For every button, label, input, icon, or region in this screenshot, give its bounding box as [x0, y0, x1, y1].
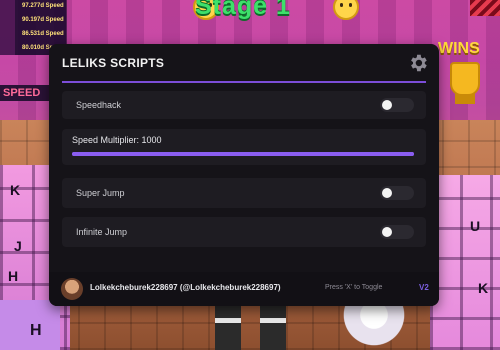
infinite-jump-toggle[interactable] [380, 225, 414, 239]
leaderboard-entry: 97.277d Speed [22, 3, 64, 9]
character-leg [215, 300, 241, 350]
key-cap: H [8, 268, 19, 284]
title-divider [62, 81, 426, 83]
super-jump-row: Super Jump [62, 178, 426, 208]
key-cap: K [10, 182, 21, 198]
speedhack-label: Speedhack [76, 100, 122, 110]
super-jump-toggle[interactable] [380, 186, 414, 200]
speed-multiplier-row: Speed Multiplier: 1000 [62, 129, 426, 165]
key-cap: U [470, 218, 481, 234]
speed-sign: SPEED [0, 85, 51, 101]
infinite-jump-label: Infinite Jump [76, 227, 128, 237]
speedhack-row: Speedhack [62, 91, 426, 119]
toggle-hint: Press 'X' to Toggle [325, 284, 383, 291]
leaderboard-entry: 90.197d Speed [22, 17, 64, 23]
hazard-stripes [470, 0, 500, 16]
key-cap: J [14, 238, 22, 254]
infinite-jump-row: Infinite Jump [62, 217, 426, 247]
keyboard-blocks-right [430, 175, 500, 350]
super-jump-label: Super Jump [76, 188, 125, 198]
trophy-base [455, 94, 475, 104]
version-badge: V2 [419, 283, 429, 292]
panel-title: LELIKS SCRIPTS [62, 56, 165, 70]
speedhack-toggle[interactable] [380, 98, 414, 112]
key-cap: H [30, 322, 42, 339]
panel-footer: Lolkekcheburek228697 (@Lolkekcheburek228… [49, 272, 439, 306]
character-leg [260, 300, 286, 350]
slider-fill [72, 152, 414, 156]
username: Lolkekcheburek228697 (@Lolkekcheburek228… [90, 283, 281, 292]
trophy-icon [450, 62, 480, 96]
key-cap: K [478, 280, 489, 296]
speed-multiplier-label: Speed Multiplier: 1000 [72, 135, 162, 145]
gear-icon[interactable] [407, 52, 429, 74]
wins-label: WINS [438, 40, 480, 57]
avatar [61, 278, 83, 300]
stage-title: Stage 1 [195, 0, 291, 20]
speed-multiplier-slider[interactable] [72, 152, 414, 156]
leaderboard-entry: 86.531d Speed [22, 31, 64, 37]
script-panel: LELIKS SCRIPTS Speedhack Speed Multiplie… [49, 44, 439, 306]
spiral-pad [330, 300, 440, 350]
